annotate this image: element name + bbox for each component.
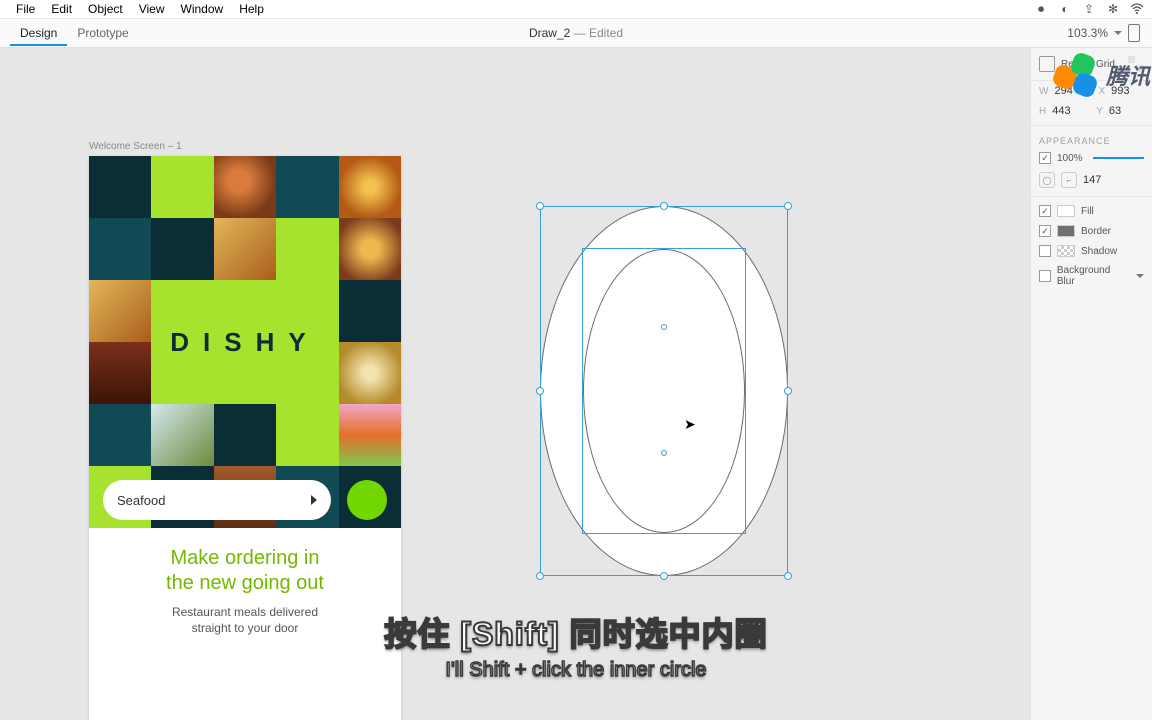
handle-b[interactable] (660, 572, 668, 580)
tab-design[interactable]: Design (10, 20, 67, 46)
headline-line1: Make ordering in (171, 547, 320, 569)
toolbar: Design Prototype Draw_2 — Edited 103.3% (0, 19, 1152, 48)
height-input[interactable] (1052, 105, 1090, 117)
radius-each-icon[interactable]: ⌐ (1061, 172, 1077, 188)
artboard-welcome[interactable]: Welcome Screen – 1 DISHY Seafood Make or… (89, 156, 401, 720)
handle-l[interactable] (536, 387, 544, 395)
menu-object[interactable]: Object (80, 2, 131, 16)
bgblur-label: Background Blur (1057, 265, 1130, 287)
document-title: Draw_2 — Edited (0, 26, 1152, 40)
tab-prototype[interactable]: Prototype (67, 20, 138, 46)
shadow-swatch[interactable] (1057, 245, 1075, 257)
menu-help[interactable]: Help (231, 2, 272, 16)
handle-br[interactable] (784, 572, 792, 580)
border-swatch[interactable] (1057, 225, 1075, 237)
settings-icon[interactable]: ✻ (1106, 2, 1120, 16)
handle-r[interactable] (784, 387, 792, 395)
device-preview-icon[interactable] (1128, 24, 1140, 42)
hero-text: Make ordering in the new going out Resta… (89, 546, 401, 636)
doc-status: — Edited (574, 26, 623, 40)
mosaic-grid: DISHY (89, 156, 401, 526)
canvas[interactable]: Welcome Screen – 1 DISHY Seafood Make or… (0, 48, 1152, 720)
chevron-down-icon[interactable] (1136, 274, 1144, 278)
tencent-logo-icon (1054, 52, 1100, 98)
menubar-status-icons: ⏺ ◐ ⇪ ✻ (1034, 2, 1144, 16)
shadow-label: Shadow (1081, 246, 1117, 257)
fill-checkbox[interactable] (1039, 205, 1051, 217)
opacity-value[interactable]: 100% (1057, 153, 1083, 164)
menu-edit[interactable]: Edit (43, 2, 80, 16)
watermark: 腾讯视 (1054, 52, 1152, 98)
fill-label: Fill (1081, 206, 1094, 217)
sub-line2: straight to your door (192, 621, 299, 635)
fill-swatch[interactable] (1057, 205, 1075, 217)
appearance-label: APPEARANCE (1031, 130, 1152, 148)
chevron-right-icon (311, 495, 317, 505)
headline-line2: the new going out (166, 572, 324, 594)
center-marker-top (661, 324, 667, 330)
menu-window[interactable]: Window (173, 2, 232, 16)
menubar: File Edit Object View Window Help ⏺ ◐ ⇪ … (0, 0, 1152, 19)
inspector-panel: Repeat Grid W X H Y APPEARANCE 100% ◯ ⌐ … (1030, 48, 1152, 720)
doc-name: Draw_2 (529, 26, 570, 40)
watermark-text: 腾讯视 (1106, 59, 1152, 91)
cursor-icon: ➤ (684, 416, 696, 433)
corner-radius-input[interactable] (1083, 174, 1121, 186)
artboard-label[interactable]: Welcome Screen – 1 (89, 141, 182, 152)
search-value: Seafood (117, 493, 165, 508)
border-label: Border (1081, 226, 1111, 237)
opacity-slider[interactable] (1093, 157, 1144, 159)
dropbox-icon[interactable]: ⇪ (1082, 2, 1096, 16)
handle-bl[interactable] (536, 572, 544, 580)
repeat-grid-icon[interactable] (1039, 56, 1055, 72)
opacity-checkbox[interactable] (1039, 152, 1051, 164)
selection-outline-inner (582, 248, 746, 534)
menu-view[interactable]: View (131, 2, 173, 16)
bgblur-checkbox[interactable] (1039, 270, 1051, 282)
handle-tl[interactable] (536, 202, 544, 210)
sync-icon[interactable]: ◐ (1058, 2, 1072, 16)
handle-tr[interactable] (784, 202, 792, 210)
wifi-icon[interactable] (1130, 2, 1144, 16)
search-pill[interactable]: Seafood (103, 480, 331, 520)
y-input[interactable] (1109, 105, 1147, 117)
shadow-checkbox[interactable] (1039, 245, 1051, 257)
sub-line1: Restaurant meals delivered (172, 605, 318, 619)
center-marker-bottom (661, 450, 667, 456)
menu-file[interactable]: File (8, 2, 43, 16)
selection-bounds-outer[interactable] (540, 206, 788, 576)
handle-t[interactable] (660, 202, 668, 210)
border-checkbox[interactable] (1039, 225, 1051, 237)
record-icon[interactable]: ⏺ (1034, 2, 1048, 16)
inner-ellipse[interactable] (583, 249, 745, 533)
radius-all-icon[interactable]: ◯ (1039, 172, 1055, 188)
brand-title: DISHY (151, 280, 338, 404)
chevron-down-icon[interactable] (1114, 31, 1122, 35)
fab-button[interactable] (347, 480, 387, 520)
zoom-level[interactable]: 103.3% (1067, 26, 1108, 40)
